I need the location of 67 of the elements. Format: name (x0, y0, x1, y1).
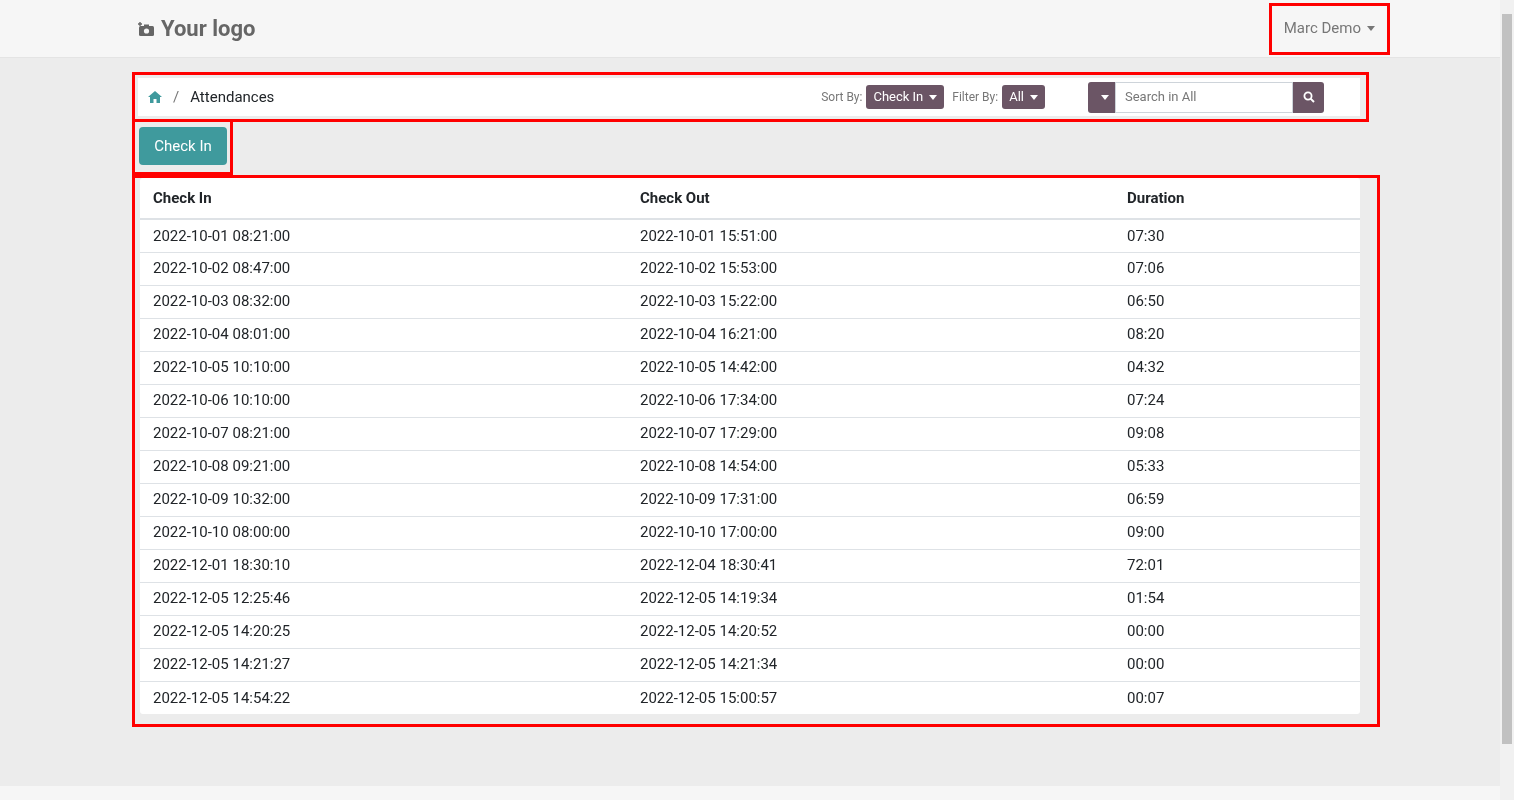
table-cell: 2022-12-01 18:30:10 (140, 549, 627, 582)
table-cell: 04:32 (1114, 351, 1360, 384)
filter-label: Filter By: (952, 89, 999, 106)
table-cell: 2022-12-05 14:19:34 (627, 582, 1114, 615)
table-cell: 2022-10-02 15:53:00 (627, 252, 1114, 285)
breadcrumb-separator: / (173, 86, 180, 108)
table-cell: 2022-10-10 08:00:00 (140, 516, 627, 549)
table-cell: 2022-10-01 15:51:00 (627, 219, 1114, 252)
table-cell: 06:59 (1114, 483, 1360, 516)
table-cell: 00:00 (1114, 615, 1360, 648)
search-field[interactable]: Search in All (1115, 81, 1293, 113)
caret-icon (929, 94, 938, 100)
table-cell: 2022-10-05 10:10:00 (140, 351, 627, 384)
sort-label: Sort By: (821, 89, 863, 106)
camera-icon (137, 20, 155, 37)
caret-icon (1367, 26, 1375, 31)
user-menu[interactable]: Marc Demo (1283, 17, 1375, 40)
search-button[interactable] (1293, 81, 1324, 113)
column-header: Duration (1114, 178, 1360, 219)
table-cell: 2022-10-07 17:29:00 (627, 417, 1114, 450)
table-cell: 2022-10-05 14:42:00 (627, 351, 1114, 384)
table-cell: 2022-10-03 08:32:00 (140, 285, 627, 318)
caret-icon (1030, 94, 1038, 100)
table-cell: 2022-12-05 14:20:25 (140, 615, 627, 648)
table-cell: 2022-12-05 14:21:27 (140, 648, 627, 681)
table-cell: 07:24 (1114, 384, 1360, 417)
column-header: Check Out (627, 178, 1114, 219)
table-cell: 08:20 (1114, 318, 1360, 351)
table-cell: 09:08 (1114, 417, 1360, 450)
table-cell: 2022-10-10 17:00:00 (627, 516, 1114, 549)
table-cell: 2022-12-05 14:21:34 (627, 648, 1114, 681)
logo[interactable]: Your logo (133, 4, 260, 53)
sort-dropdown[interactable]: Check In (866, 85, 945, 109)
table-cell: 01:54 (1114, 582, 1360, 615)
table-cell: 2022-12-05 14:54:22 (140, 681, 627, 714)
table-cell: 07:06 (1114, 252, 1360, 285)
table-cell: 2022-10-09 10:32:00 (140, 483, 627, 516)
table-cell: 00:00 (1114, 648, 1360, 681)
search-options-button[interactable] (1088, 81, 1115, 113)
table-cell: 2022-10-07 08:21:00 (140, 417, 627, 450)
table-cell: 2022-10-08 14:54:00 (627, 450, 1114, 483)
table-cell: 2022-12-05 15:00:57 (627, 681, 1114, 714)
table-cell: 2022-10-04 08:01:00 (140, 318, 627, 351)
table-cell: 2022-10-08 09:21:00 (140, 450, 627, 483)
breadcrumb-current: Attendances (190, 86, 275, 108)
table-cell: 2022-10-01 08:21:00 (140, 219, 627, 252)
table-cell: 07:30 (1114, 219, 1360, 252)
table-cell: 09:00 (1114, 516, 1360, 549)
search-icon (1302, 91, 1315, 103)
table-cell: 2022-12-05 14:20:52 (627, 615, 1114, 648)
table-cell: 05:33 (1114, 450, 1360, 483)
table-cell: 00:07 (1114, 681, 1360, 714)
table-cell: 2022-10-06 17:34:00 (627, 384, 1114, 417)
table-cell: 2022-10-09 17:31:00 (627, 483, 1114, 516)
caret-icon (1100, 94, 1109, 100)
table-cell: 2022-10-02 08:47:00 (140, 252, 627, 285)
table-cell: 2022-12-05 12:25:46 (140, 582, 627, 615)
table-cell: 2022-10-03 15:22:00 (627, 285, 1114, 318)
home-icon[interactable] (148, 91, 162, 103)
filter-dropdown[interactable]: All (1002, 85, 1045, 109)
table-cell: 2022-10-06 10:10:00 (140, 384, 627, 417)
table-cell: 06:50 (1114, 285, 1360, 318)
check-in-button[interactable]: Check In (139, 127, 227, 165)
table-cell: 2022-10-04 16:21:00 (627, 318, 1114, 351)
column-header: Check In (140, 178, 627, 219)
table-cell: 2022-12-04 18:30:41 (627, 549, 1114, 582)
table-cell: 72:01 (1114, 549, 1360, 582)
